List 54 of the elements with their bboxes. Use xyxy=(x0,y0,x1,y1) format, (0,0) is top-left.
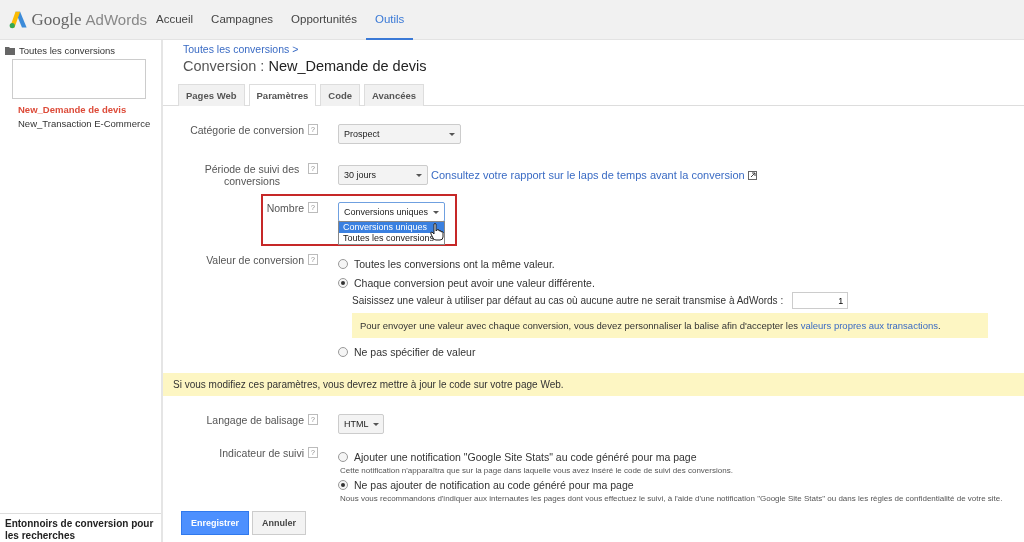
caret-icon xyxy=(416,173,422,177)
funnels-heading[interactable]: Entonnoirs de conversion pour les recherches xyxy=(0,513,161,542)
caret-icon xyxy=(372,422,379,426)
field-label: Période de suivi des conversions xyxy=(203,163,301,187)
tab[interactable]: Avancées xyxy=(364,84,425,106)
radio-label[interactable]: Chaque conversion peut avoir une valeur différente. xyxy=(354,276,595,289)
nav-tab[interactable]: Accueil xyxy=(147,0,203,40)
radio-button[interactable] xyxy=(338,277,348,288)
radio-label[interactable]: Ne pas spécifier de valeur xyxy=(354,345,476,358)
category-dropdown[interactable]: Prospect xyxy=(338,124,461,144)
hint-text: Cette notification n'apparaîtra que sur la page dans laquelle vous avez inséré le code de suivi des conversions. xyxy=(339,466,733,475)
caret-icon xyxy=(449,132,455,136)
sidebar-item[interactable]: New_Transaction E-Commerce xyxy=(0,117,161,131)
default-value-field[interactable]: 1 xyxy=(792,292,849,309)
markup-dropdown[interactable]: HTML xyxy=(338,414,384,434)
radio-button[interactable] xyxy=(338,479,348,490)
field-label: Catégorie de conversion xyxy=(190,124,304,138)
nav-tab[interactable]: Campagnes xyxy=(202,0,283,40)
tab[interactable]: Pages Web xyxy=(178,84,245,106)
transaction-values-link[interactable]: valeurs propres aux transactions xyxy=(800,320,938,331)
tab[interactable]: Code xyxy=(320,84,361,106)
radio-label[interactable]: Ajouter une notification "Google Site Stats" au code généré pour ma page xyxy=(354,450,697,463)
folder-label[interactable]: Toutes les conversions xyxy=(19,45,116,56)
page-title: New_Demande de devis xyxy=(268,58,427,74)
note-text: Pour envoyer une valeur avec chaque conversion, vous devez personnaliser la balise afin d'accepter les valeurs propres aux transactions. xyxy=(360,320,941,331)
field-label: Nombre xyxy=(266,202,304,216)
radio-label[interactable]: Ne pas ajouter de notification au code généré pour ma page xyxy=(354,478,634,491)
radio-label[interactable]: Toutes les conversions ont la même valeur. xyxy=(354,257,555,270)
nav-tab[interactable]: Opportunités xyxy=(282,0,366,40)
count-dropdown[interactable]: Conversions uniques xyxy=(338,202,445,222)
folder-icon xyxy=(5,46,15,55)
default-value-prompt: Saisissez une valeur à utiliser par défaut au cas où aucune autre ne serait transmise à AdWords : xyxy=(352,295,784,306)
report-link[interactable]: Consultez votre rapport sur le laps de temps avant la conversion xyxy=(431,169,745,181)
warning-text: Si vous modifiez ces paramètres, vous devrez mettre à jour le code sur votre page Web. xyxy=(173,379,564,390)
radio-button[interactable] xyxy=(338,258,348,269)
logo-product-text: AdWords xyxy=(85,11,147,28)
hint-text: Nous vous recommandons d'indiquer aux internautes les pages dont vous effectuez le suivi, à l'aide d'une notification "Google Site Stats" ou dans les règles de confidentialité de votre site. xyxy=(339,494,1003,503)
caret-icon xyxy=(433,210,439,214)
field-label: Langage de balisage xyxy=(206,414,304,428)
dropdown-option[interactable]: Conversions uniques xyxy=(339,222,444,233)
sidebar-item[interactable]: New_Demande de devis xyxy=(0,103,161,117)
radio-button[interactable] xyxy=(338,451,348,462)
title-prefix: Conversion : xyxy=(183,58,265,74)
breadcrumb-link[interactable]: Toutes les conversions > xyxy=(183,43,299,55)
logo-icon xyxy=(9,9,28,30)
external-link-icon xyxy=(747,170,757,180)
cancel-button[interactable]: Annuler xyxy=(252,511,307,535)
nav-tab[interactable]: Outils xyxy=(365,0,414,40)
period-dropdown[interactable]: 30 jours xyxy=(338,165,428,185)
logo-text: Google xyxy=(31,9,82,30)
radio-button[interactable] xyxy=(338,346,348,357)
field-label: Valeur de conversion xyxy=(206,254,304,268)
field-label: Indicateur de suivi xyxy=(219,447,304,461)
tab[interactable]: Paramètres xyxy=(248,84,317,106)
